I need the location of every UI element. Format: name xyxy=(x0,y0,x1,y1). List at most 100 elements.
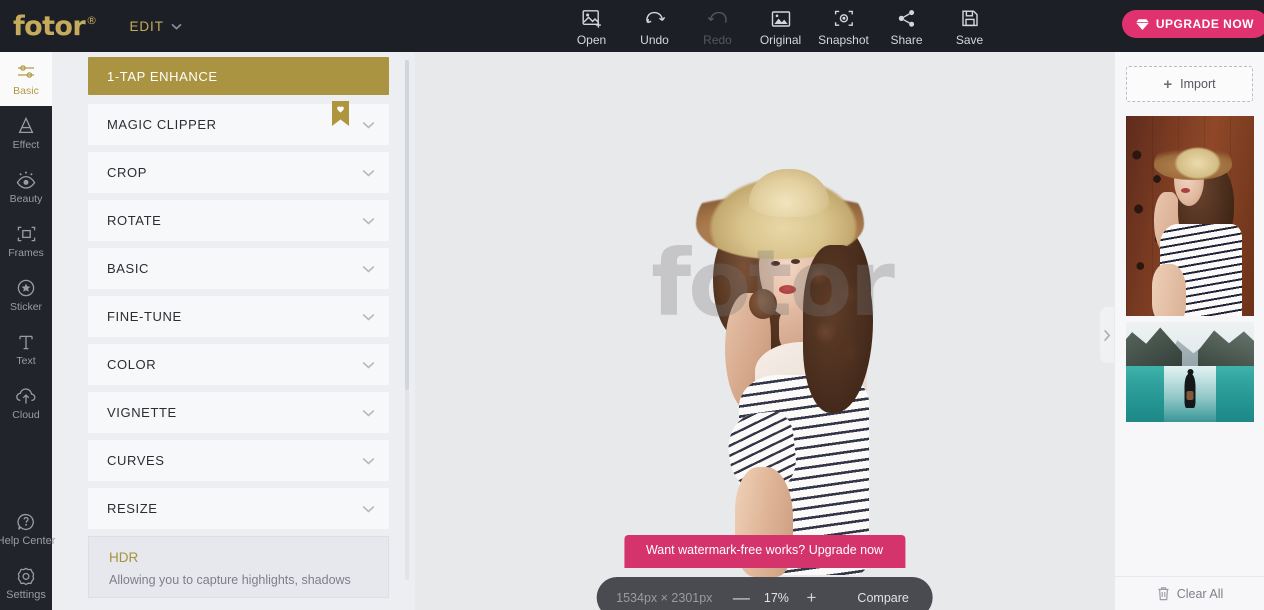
sidebar-item-beauty[interactable]: Beauty xyxy=(0,160,52,214)
panel-row-label: 1-TAP ENHANCE xyxy=(107,69,218,84)
tool-label: Snapshot xyxy=(818,33,869,47)
tool-snapshot[interactable]: Snapshot xyxy=(812,4,875,47)
panel-row-label: ROTATE xyxy=(107,213,161,228)
chevron-down-icon xyxy=(362,116,375,134)
open-image-icon xyxy=(582,8,602,29)
fotor-editor-window: fotor® EDIT Open xyxy=(0,0,1264,610)
panel-row-color[interactable]: COLOR xyxy=(88,344,389,385)
upgrade-label: UPGRADE NOW xyxy=(1156,17,1254,31)
sidebar-item-label: Settings xyxy=(6,589,46,601)
tool-original[interactable]: Original xyxy=(749,4,812,47)
tool-save[interactable]: Save xyxy=(938,4,1001,47)
eye-icon xyxy=(15,170,37,190)
eye-left xyxy=(771,261,780,266)
hdr-promo-card[interactable]: HDR Allowing you to capture highlights, … xyxy=(88,536,389,598)
image-tray-panel: + Import xyxy=(1114,52,1264,610)
fotor-logo[interactable]: fotor® xyxy=(13,13,95,40)
panel-scrollbar[interactable] xyxy=(405,60,409,580)
sidebar-item-label: Frames xyxy=(8,247,44,259)
panel-row-resize[interactable]: RESIZE xyxy=(88,488,389,529)
hdr-title: HDR xyxy=(109,550,372,565)
zoom-level-value[interactable]: 17% xyxy=(753,591,799,605)
thumbnail-person-in-lake[interactable] xyxy=(1126,322,1254,422)
chevron-down-icon xyxy=(171,23,182,30)
thumbnail-image xyxy=(1126,322,1254,422)
panel-row-label: CROP xyxy=(107,165,147,180)
sidebar-item-label: Basic xyxy=(13,85,39,97)
hand-in-hair xyxy=(749,289,777,319)
sidebar-item-cloud[interactable]: Cloud xyxy=(0,376,52,430)
trash-icon xyxy=(1157,586,1170,601)
panel-row-label: MAGIC CLIPPER xyxy=(107,117,217,132)
panel-row-label: CURVES xyxy=(107,453,165,468)
question-icon xyxy=(16,512,36,532)
tool-undo[interactable]: Undo xyxy=(623,4,686,47)
upgrade-now-button[interactable]: UPGRADE NOW xyxy=(1122,10,1264,38)
snapshot-icon xyxy=(834,8,854,29)
editor-canvas[interactable]: fotor Want watermark-free works? Upgrade… xyxy=(415,52,1114,610)
sidebar-bottom-group: Help Center Settings xyxy=(0,502,52,610)
zoom-out-button[interactable]: — xyxy=(729,586,753,610)
image-dimensions: 1534px × 2301px xyxy=(616,591,712,605)
frames-icon xyxy=(16,224,37,244)
sidebar-item-help-center[interactable]: Help Center xyxy=(0,502,52,556)
chevron-down-icon xyxy=(362,164,375,182)
tool-label: Undo xyxy=(640,33,669,47)
clear-all-label: Clear All xyxy=(1177,587,1224,601)
plus-icon: + xyxy=(1163,77,1172,92)
edit-mode-dropdown[interactable]: EDIT xyxy=(129,19,181,34)
panel-row-label: RESIZE xyxy=(107,501,158,516)
sidebar-item-settings[interactable]: Settings xyxy=(0,556,52,610)
edit-mode-label: EDIT xyxy=(129,19,163,34)
panel-row-label: VIGNETTE xyxy=(107,405,177,420)
panel-row-1-tap-enhance[interactable]: 1-TAP ENHANCE xyxy=(88,57,389,95)
thumbnail-list xyxy=(1115,116,1264,422)
collapse-right-panel-handle[interactable] xyxy=(1100,307,1114,363)
left-sidebar: Basic Effect Beauty Frames xyxy=(0,52,52,610)
compare-button[interactable]: Compare xyxy=(857,591,908,605)
registered-mark: ® xyxy=(86,14,96,27)
tool-redo[interactable]: Redo xyxy=(686,4,749,47)
panel-row-magic-clipper[interactable]: MAGIC CLIPPER xyxy=(88,104,389,145)
cloud-icon xyxy=(15,386,37,406)
sidebar-item-sticker[interactable]: Sticker xyxy=(0,268,52,322)
tool-label: Save xyxy=(956,33,983,47)
sidebar-item-label: Cloud xyxy=(12,409,39,421)
subject-figure xyxy=(703,167,872,570)
zoom-in-button[interactable]: + xyxy=(799,586,823,610)
panel-row-fine-tune[interactable]: FINE-TUNE xyxy=(88,296,389,337)
save-disk-icon xyxy=(961,8,979,29)
sidebar-item-basic[interactable]: Basic xyxy=(0,52,52,106)
share-icon xyxy=(897,8,917,29)
diamond-icon xyxy=(1135,18,1150,31)
panel-row-label: COLOR xyxy=(107,357,156,372)
zoom-toolbar: 1534px × 2301px — 17% + Compare xyxy=(596,577,933,610)
tool-open[interactable]: Open xyxy=(560,4,623,47)
import-button[interactable]: + Import xyxy=(1126,66,1253,102)
canvas-image-cutout[interactable] xyxy=(703,167,872,570)
chevron-down-icon xyxy=(362,308,375,326)
panel-row-basic[interactable]: BASIC xyxy=(88,248,389,289)
sidebar-item-frames[interactable]: Frames xyxy=(0,214,52,268)
sidebar-item-text[interactable]: Text xyxy=(0,322,52,376)
chevron-down-icon xyxy=(362,500,375,518)
original-image-icon xyxy=(771,8,791,29)
tool-label: Share xyxy=(890,33,922,47)
panel-row-vignette[interactable]: VIGNETTE xyxy=(88,392,389,433)
eye-right xyxy=(791,259,800,264)
chevron-down-icon xyxy=(362,452,375,470)
panel-scrollbar-thumb[interactable] xyxy=(405,60,409,390)
panel-row-curves[interactable]: CURVES xyxy=(88,440,389,481)
watermark-cta-label: Want watermark-free works? Upgrade now xyxy=(646,543,883,557)
thumbnail-woman-in-straw-hat[interactable] xyxy=(1126,116,1254,316)
sidebar-item-effect[interactable]: Effect xyxy=(0,106,52,160)
panel-row-crop[interactable]: CROP xyxy=(88,152,389,193)
watermark-upgrade-cta[interactable]: Want watermark-free works? Upgrade now xyxy=(624,535,905,568)
tool-share[interactable]: Share xyxy=(875,4,938,47)
basic-tools-panel: 1-TAP ENHANCE MAGIC CLIPPER CROP xyxy=(52,52,415,610)
chevron-down-icon xyxy=(362,356,375,374)
panel-row-rotate[interactable]: ROTATE xyxy=(88,200,389,241)
tool-label: Original xyxy=(760,33,801,47)
clear-all-button[interactable]: Clear All xyxy=(1115,576,1264,610)
chevron-down-icon xyxy=(362,404,375,422)
